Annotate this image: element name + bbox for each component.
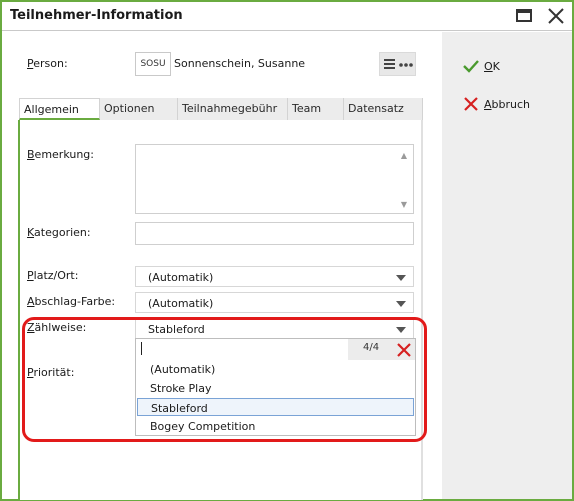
platz-value: (Automatik) [148,271,214,284]
dialog-window: Teilnehmer-Information OK Abbruch Person… [0,0,574,501]
person-menu-button[interactable] [379,52,416,76]
abschlag-value: (Automatik) [148,297,214,310]
tab-optionen[interactable]: Optionen [100,98,178,120]
tab-bar: Allgemein Optionen Teilnahmegebühr Team … [19,98,423,120]
dropdown-option-bogey-competition[interactable]: Bogey Competition [137,417,414,435]
tab-label: Datensatz [348,102,404,115]
dialog-content: OK Abbruch Person: SOSU Sonnenschein, Su… [2,32,572,500]
dropdown-search-field[interactable]: 4/4 [136,339,415,360]
zaehlweise-value: Stableford [148,323,205,336]
kategorien-input[interactable] [135,222,414,245]
tab-label: Teilnahmegebühr [182,102,278,115]
platz-select[interactable]: (Automatik) [135,266,414,287]
tab-label: Allgemein [24,103,79,116]
clear-icon[interactable] [396,342,412,358]
abschlag-label: Abschlag-Farbe: [27,295,116,308]
chevron-down-icon [396,301,406,307]
bemerkung-textarea[interactable]: ▲ ▼ [135,144,414,214]
tab-label: Team [292,102,322,115]
abschlag-select[interactable]: (Automatik) [135,292,414,313]
cancel-button[interactable]: Abbruch [462,94,530,114]
person-label: Person: [27,57,68,70]
cancel-label: Abbruch [484,97,531,111]
action-pane: OK Abbruch [442,32,572,499]
maximize-button[interactable] [511,5,537,27]
dropdown-option-automatik[interactable]: (Automatik) [137,360,414,378]
tab-allgemein[interactable]: Allgemein [19,98,100,120]
close-button[interactable] [543,5,569,27]
chevron-down-icon [396,327,406,333]
dropdown-option-stroke-play[interactable]: Stroke Play [137,379,414,397]
result-count: 4/4 [363,342,380,353]
zaehlweise-label: Zählweise: [27,321,87,334]
menu-more-icon [384,59,413,69]
bemerkung-label: Bemerkung: [27,148,94,161]
kategorien-label: Kategorien: [27,226,91,239]
ok-label: OK [484,59,500,73]
window-title: Teilnehmer-Information [10,8,183,23]
maximize-icon [516,9,532,22]
zaehlweise-select[interactable]: Stableford [135,318,414,339]
zaehlweise-dropdown-list: 4/4 (Automatik) Stroke Play Stableford B… [135,338,416,436]
person-name: Sonnenschein, Susanne [174,57,306,70]
scroll-up-icon[interactable]: ▲ [401,151,407,160]
tab-team[interactable]: Team [288,98,344,120]
platz-label: Platz/Ort: [27,269,79,282]
checkmark-icon [463,60,479,73]
chevron-down-icon [396,275,406,281]
close-icon [548,8,564,24]
dropdown-option-stableford[interactable]: Stableford [137,398,414,416]
tab-label: Optionen [104,102,155,115]
ok-button[interactable]: OK [462,56,500,76]
prioritaet-label: Priorität: [27,366,75,379]
cross-icon [464,97,478,111]
dropdown-count-box: 4/4 [348,339,415,360]
tab-datensatz[interactable]: Datensatz [344,98,423,120]
tab-teilnahmegebuehr[interactable]: Teilnahmegebühr [178,98,288,120]
scroll-down-icon[interactable]: ▼ [401,200,407,209]
text-caret [141,342,142,355]
person-code-field[interactable]: SOSU [135,52,171,76]
title-bar: Teilnehmer-Information [2,2,572,31]
